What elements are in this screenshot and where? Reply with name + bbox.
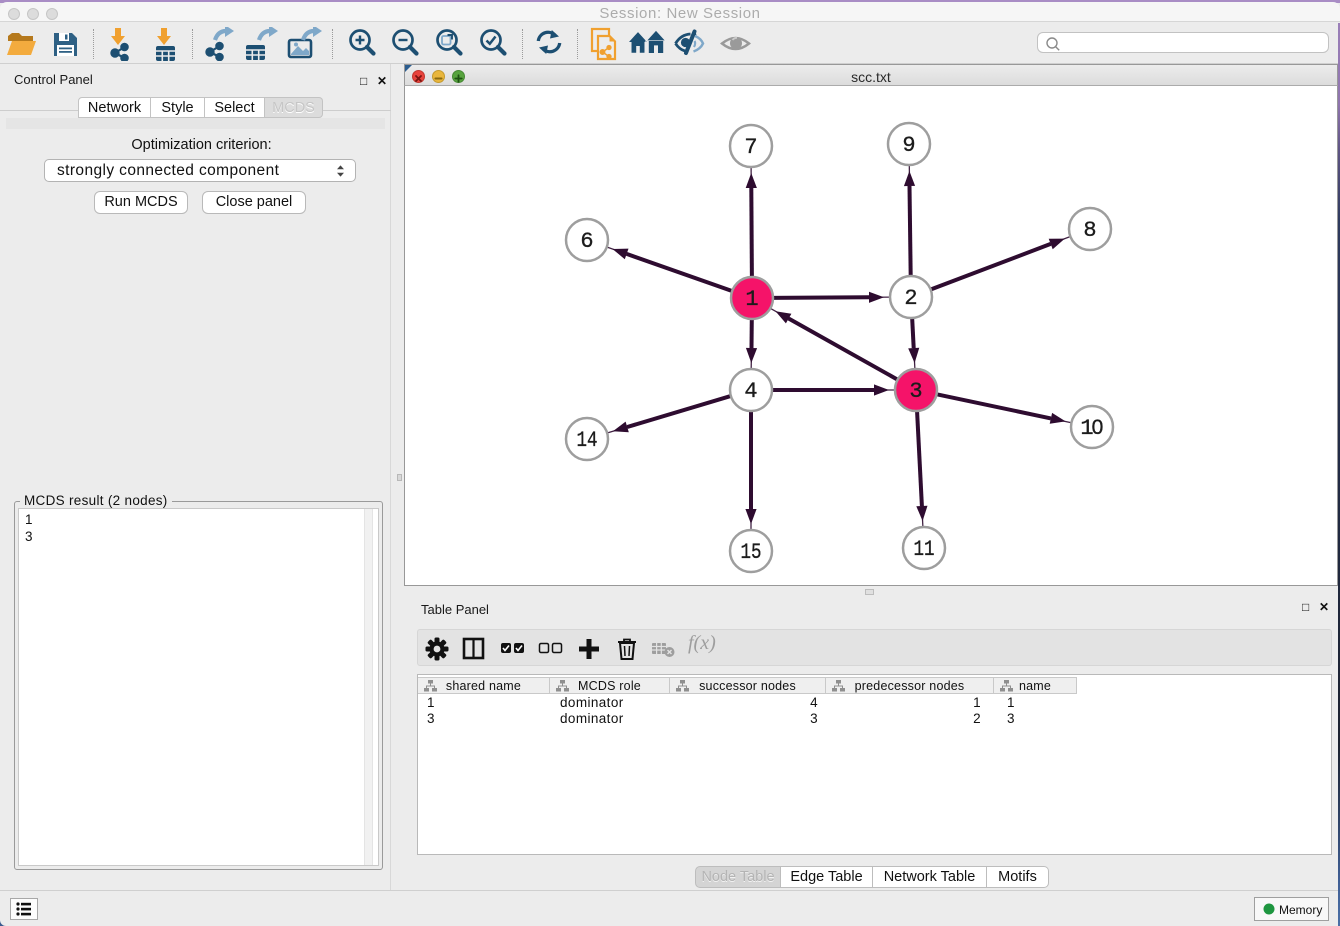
svg-text:7: 7	[744, 135, 757, 160]
svg-text:14: 14	[577, 428, 598, 453]
svg-text:6: 6	[580, 229, 593, 254]
svg-text:15: 15	[741, 540, 762, 565]
svg-text:2: 2	[904, 286, 917, 311]
svg-text:11: 11	[914, 537, 935, 562]
svg-text:4: 4	[744, 379, 757, 404]
svg-text:8: 8	[1083, 218, 1096, 243]
svg-text:3: 3	[909, 379, 922, 404]
svg-text:9: 9	[902, 133, 915, 158]
svg-text:0: 0	[1092, 416, 1104, 439]
svg-text:1: 1	[745, 287, 758, 312]
